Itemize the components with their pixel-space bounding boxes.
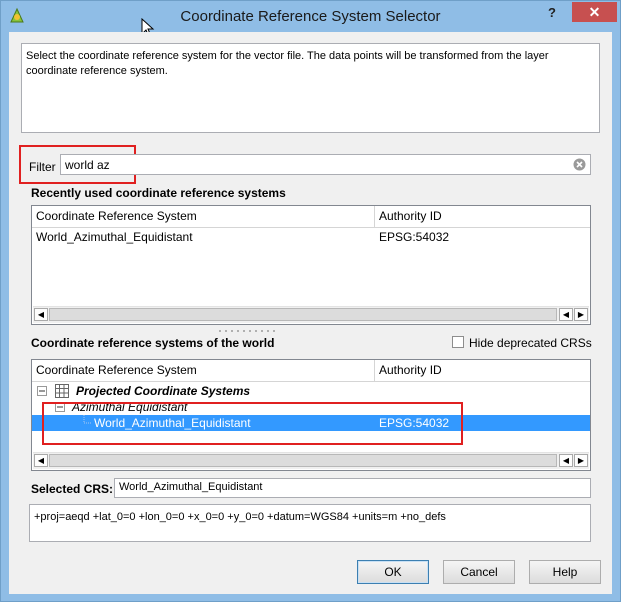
- selected-crs-field: World_Azimuthal_Equidistant: [114, 478, 591, 498]
- scrollbar-thumb[interactable]: [49, 454, 557, 467]
- tree-group-row[interactable]: Projected Coordinate Systems: [32, 383, 590, 399]
- hide-deprecated-label: Hide deprecated CRSs: [469, 336, 592, 350]
- cancel-button[interactable]: Cancel: [443, 560, 515, 584]
- hide-deprecated-checkbox[interactable]: [452, 336, 464, 348]
- scroll-right-icon[interactable]: ▶: [574, 454, 588, 467]
- column-header-authority[interactable]: Authority ID: [375, 360, 589, 381]
- splitter-handle[interactable]: [219, 329, 279, 333]
- window-title: Coordinate Reference System Selector: [180, 8, 441, 25]
- authority-id-cell: EPSG:54032: [379, 230, 450, 244]
- filter-input[interactable]: world az: [60, 154, 591, 175]
- clear-filter-icon[interactable]: [573, 158, 586, 171]
- recent-table-header: Coordinate Reference System Authority ID: [32, 206, 590, 228]
- column-header-crs[interactable]: Coordinate Reference System: [32, 206, 375, 227]
- dialog-window: Coordinate Reference System Selector ? ✕…: [0, 0, 621, 602]
- scroll-left-icon[interactable]: ◀: [559, 454, 573, 467]
- filter-label: Filter: [29, 160, 56, 174]
- table-row[interactable]: World_Azimuthal_Equidistant EPSG:54032: [32, 229, 590, 245]
- column-header-crs[interactable]: Coordinate Reference System: [32, 360, 375, 381]
- ok-button[interactable]: OK: [357, 560, 429, 584]
- help-button[interactable]: Help: [529, 560, 601, 584]
- selected-crs-label: Selected CRS:: [31, 482, 114, 496]
- context-help-button[interactable]: ?: [541, 5, 563, 23]
- collapse-icon[interactable]: [37, 386, 47, 396]
- title-bar[interactable]: Coordinate Reference System Selector ? ✕: [1, 1, 620, 38]
- world-tree-header: Coordinate Reference System Authority ID: [32, 360, 590, 382]
- column-header-authority[interactable]: Authority ID: [375, 206, 589, 227]
- grid-icon: [55, 384, 69, 398]
- crs-name-cell: World_Azimuthal_Equidistant: [36, 230, 193, 244]
- close-button[interactable]: ✕: [572, 2, 617, 22]
- recent-horizontal-scrollbar[interactable]: ◀ ◀ ▶: [33, 306, 589, 323]
- scroll-left-icon[interactable]: ◀: [34, 308, 48, 321]
- recent-crs-title: Recently used coordinate reference syste…: [31, 186, 286, 200]
- description-text: Select the coordinate reference system f…: [21, 43, 600, 133]
- proj4-definition: +proj=aeqd +lat_0=0 +lon_0=0 +x_0=0 +y_0…: [29, 504, 591, 542]
- world-horizontal-scrollbar[interactable]: ◀ ◀ ▶: [33, 452, 589, 469]
- scroll-left-icon[interactable]: ◀: [34, 454, 48, 467]
- scroll-right-icon[interactable]: ▶: [574, 308, 588, 321]
- world-crs-title: Coordinate reference systems of the worl…: [31, 336, 275, 350]
- tree-group-label: Projected Coordinate Systems: [76, 384, 251, 398]
- recent-crs-table[interactable]: Coordinate Reference System Authority ID…: [31, 205, 591, 325]
- selection-highlight: [42, 402, 463, 445]
- scroll-left-icon[interactable]: ◀: [559, 308, 573, 321]
- scrollbar-thumb[interactable]: [49, 308, 557, 321]
- dialog-body: Select the coordinate reference system f…: [9, 32, 612, 594]
